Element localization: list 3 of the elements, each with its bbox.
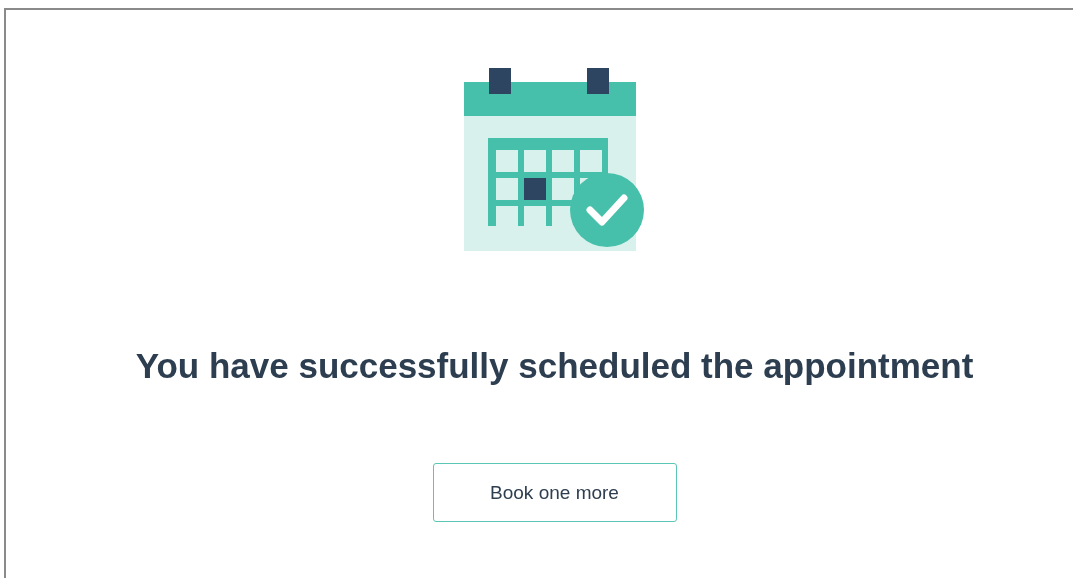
calendar-check-icon [464,68,645,251]
book-one-more-button[interactable]: Book one more [432,463,677,522]
confirmation-title: You have successfully scheduled the appointment [135,345,974,387]
